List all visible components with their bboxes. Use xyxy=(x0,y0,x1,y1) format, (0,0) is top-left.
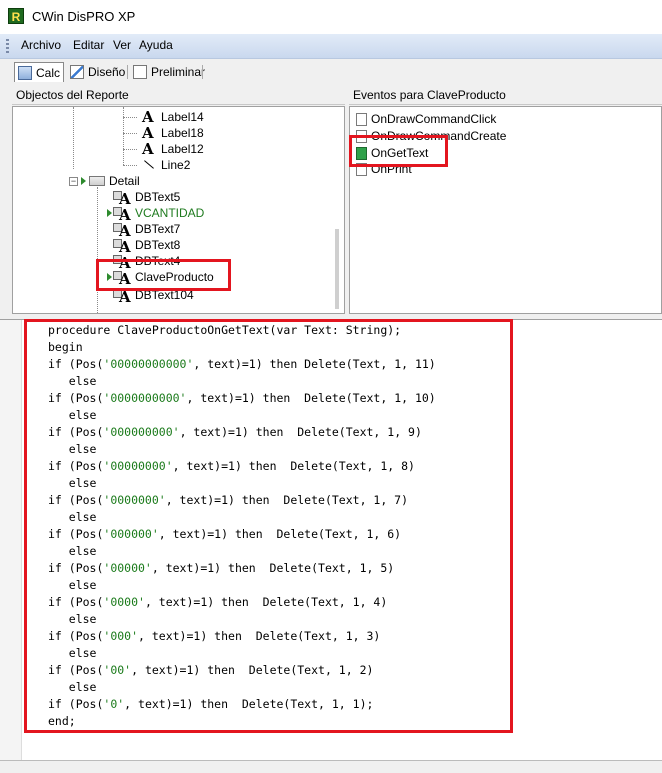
objects-panel-header: Objectos del Reporte xyxy=(12,86,345,105)
editor-gutter xyxy=(0,320,22,760)
app-icon: R xyxy=(8,8,24,24)
tree-node-label12[interactable]: A Label12 xyxy=(139,140,204,158)
tab-preliminar-label: Preliminar xyxy=(151,65,206,79)
preview-icon xyxy=(133,65,147,79)
title-bar: R CWin DisPRO XP xyxy=(0,0,662,34)
tab-separator xyxy=(202,65,203,79)
label-icon: A xyxy=(142,124,154,142)
design-icon xyxy=(70,65,84,79)
tree-node-dbtext8[interactable]: A DBText8 xyxy=(113,237,180,256)
tree-guide xyxy=(97,187,98,313)
tab-diseno[interactable]: Diseño xyxy=(70,62,125,82)
tab-preliminar[interactable]: Preliminar xyxy=(133,62,205,82)
tree-node-detail[interactable]: Detail xyxy=(87,173,140,189)
dbtext-icon: A xyxy=(113,205,131,224)
window-title: CWin DisPRO XP xyxy=(32,9,136,24)
band-arrow-icon xyxy=(81,177,86,185)
tree-guide xyxy=(123,149,137,150)
tab-diseno-label: Diseño xyxy=(88,65,126,79)
tree-guide xyxy=(123,107,124,165)
highlight-ongettext xyxy=(349,135,448,167)
menu-bar: Archivo Editar Ver Ayuda xyxy=(0,34,662,59)
tab-calc-label: Calc xyxy=(35,65,60,80)
tree-guide xyxy=(123,165,137,166)
calculator-icon xyxy=(18,65,32,80)
dbtext-icon: A xyxy=(113,189,131,208)
tree-guide xyxy=(123,133,137,134)
tab-separator xyxy=(127,65,128,79)
band-icon xyxy=(89,176,105,186)
event-arrow-icon xyxy=(107,209,112,217)
tab-calc[interactable]: Calc xyxy=(14,62,64,82)
highlight-code xyxy=(24,319,513,733)
collapse-icon[interactable]: − xyxy=(69,177,78,186)
label-icon: A xyxy=(142,108,154,126)
tree-guide xyxy=(73,107,74,169)
tree-node-label14[interactable]: A Label14 xyxy=(139,108,204,126)
tree-node-dbtext5[interactable]: A DBText5 xyxy=(113,189,180,208)
event-ondrawcommandclick[interactable]: OnDrawCommandClick xyxy=(356,111,496,127)
tab-bar: Calc Diseño Preliminar xyxy=(0,59,662,84)
toolbar-grip-icon[interactable] xyxy=(6,39,9,53)
menu-ayuda[interactable]: Ayuda xyxy=(139,38,173,52)
line-icon xyxy=(139,157,157,173)
menu-archivo[interactable]: Archivo xyxy=(21,38,61,52)
tree-node-line2[interactable]: Line2 xyxy=(139,157,190,173)
menu-editar[interactable]: Editar xyxy=(73,38,104,52)
objects-scrollbar[interactable] xyxy=(335,229,339,309)
tree-node-vcantidad[interactable]: A VCANTIDAD xyxy=(113,205,204,224)
events-panel-header: Eventos para ClaveProducto xyxy=(349,86,662,105)
tree-node-dbtext7[interactable]: A DBText7 xyxy=(113,221,180,240)
highlight-claveproducto xyxy=(96,259,231,291)
dbtext-icon: A xyxy=(113,221,131,240)
tree-guide xyxy=(123,117,137,118)
menu-ver[interactable]: Ver xyxy=(113,38,131,52)
dbtext-icon: A xyxy=(113,237,131,256)
tree-node-label18[interactable]: A Label18 xyxy=(139,124,204,142)
status-bar xyxy=(0,760,662,773)
event-doc-icon xyxy=(356,112,367,126)
label-icon: A xyxy=(142,140,154,158)
